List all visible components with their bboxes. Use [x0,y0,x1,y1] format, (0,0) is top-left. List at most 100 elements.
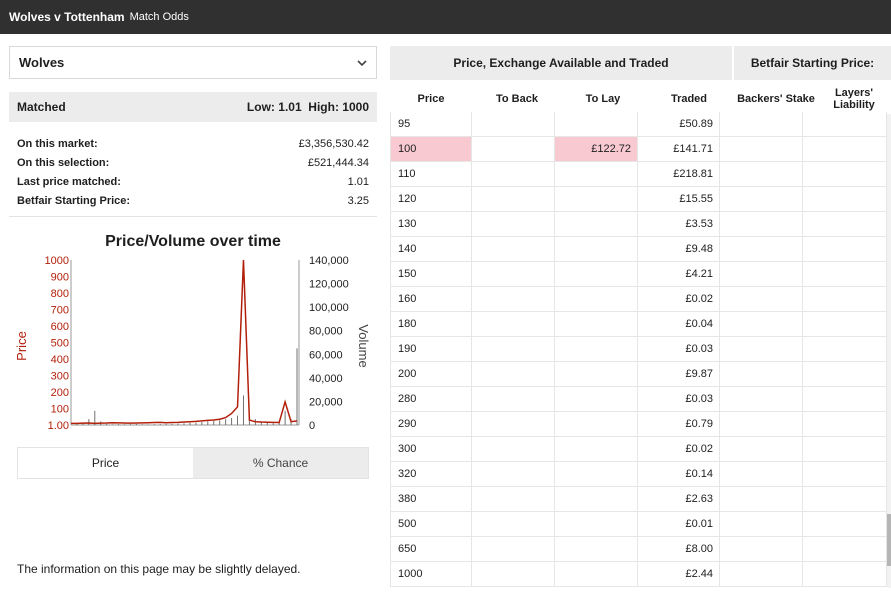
price-cell[interactable]: 150 [390,262,472,286]
price-tick-label: 300 [51,371,69,383]
backers-stake-cell [720,162,803,186]
to-back-cell[interactable] [472,262,555,286]
volume-axis-label: Volume [356,324,371,367]
to-back-cell[interactable] [472,487,555,511]
price-cell[interactable]: 300 [390,437,472,461]
traded-cell: £0.04 [638,312,720,336]
to-back-cell[interactable] [472,212,555,236]
layers-liability-cell [803,512,887,536]
stat-row: On this market: £3,356,530.42 [9,134,377,153]
price-cell[interactable]: 110 [390,162,472,186]
traded-cell: £0.01 [638,512,720,536]
price-cell[interactable]: 380 [390,487,472,511]
backers-stake-cell [720,337,803,361]
stat-row: On this selection: £521,444.34 [9,153,377,172]
price-cell[interactable]: 290 [390,412,472,436]
price-cell[interactable]: 1000 [390,562,472,586]
traded-cell: £0.02 [638,287,720,311]
to-back-cell[interactable] [472,162,555,186]
ladder-rows: 95 £50.89 100 £122.72 £141.71 110 £218.81 120 £1… [390,112,887,587]
volume-tick-label: 120,000 [309,279,349,291]
price-cell[interactable]: 100 [390,137,472,161]
price-cell[interactable]: 130 [390,212,472,236]
to-back-cell[interactable] [472,337,555,361]
price-tick-label: 700 [51,305,69,317]
to-back-cell[interactable] [472,187,555,211]
ladder-row: 280 £0.03 [390,387,887,412]
to-lay-cell[interactable] [555,412,638,436]
scrollbar-thumb[interactable] [887,514,891,566]
matched-bar: Matched Low: 1.01 High: 1000 [9,92,377,122]
to-lay-cell[interactable]: £122.72 [555,137,638,161]
price-cell[interactable]: 120 [390,187,472,211]
layers-liability-cell [803,462,887,486]
to-back-cell[interactable] [472,562,555,586]
chance-toggle-button[interactable]: % Chance [193,448,368,478]
to-back-cell[interactable] [472,362,555,386]
to-lay-cell[interactable] [555,387,638,411]
price-cell[interactable]: 160 [390,287,472,311]
price-cell[interactable]: 180 [390,312,472,336]
to-back-cell[interactable] [472,287,555,311]
to-back-cell[interactable] [472,437,555,461]
col-to-back: To Back [496,93,538,105]
ladder-scrollbar[interactable] [887,114,891,588]
to-lay-cell[interactable] [555,462,638,486]
to-lay-cell[interactable] [555,362,638,386]
to-lay-cell[interactable] [555,187,638,211]
to-back-cell[interactable] [472,462,555,486]
to-lay-cell[interactable] [555,437,638,461]
backers-stake-cell [720,537,803,561]
to-lay-cell[interactable] [555,312,638,336]
to-back-cell[interactable] [472,312,555,336]
price-cell[interactable]: 140 [390,237,472,261]
col-backers-stake: Backers' Stake [737,93,815,105]
to-back-cell[interactable] [472,537,555,561]
layers-liability-cell [803,312,887,336]
to-back-cell[interactable] [472,512,555,536]
to-back-cell[interactable] [472,112,555,136]
to-lay-cell[interactable] [555,237,638,261]
to-lay-cell[interactable] [555,112,638,136]
to-back-cell[interactable] [472,387,555,411]
volume-tick-label: 0 [309,420,315,432]
price-cell[interactable]: 95 [390,112,472,136]
selection-dropdown[interactable]: Wolves [9,46,377,79]
ladder-row: 200 £9.87 [390,362,887,387]
traded-cell: £218.81 [638,162,720,186]
to-lay-cell[interactable] [555,287,638,311]
to-back-cell[interactable] [472,412,555,436]
traded-cell: £0.03 [638,387,720,411]
backers-stake-cell [720,237,803,261]
price-cell[interactable]: 650 [390,537,472,561]
traded-cell: £8.00 [638,537,720,561]
price-tick-label: 900 [51,272,69,284]
to-lay-cell[interactable] [555,337,638,361]
to-back-cell[interactable] [472,237,555,261]
to-lay-cell[interactable] [555,537,638,561]
to-lay-cell[interactable] [555,487,638,511]
to-lay-cell[interactable] [555,512,638,536]
to-lay-cell[interactable] [555,562,638,586]
title-bar: Wolves v Tottenham Match Odds [0,0,891,34]
backers-stake-cell [720,187,803,211]
price-cell[interactable]: 280 [390,387,472,411]
to-lay-cell[interactable] [555,212,638,236]
stat-label: On this selection: [17,156,110,169]
layers-liability-cell [803,212,887,236]
price-axis-label: Price [14,331,29,361]
traded-cell: £50.89 [638,112,720,136]
to-back-cell[interactable] [472,137,555,161]
high-label: High: [308,100,339,114]
price-cell[interactable]: 500 [390,512,472,536]
price-cell[interactable]: 320 [390,462,472,486]
to-lay-cell[interactable] [555,262,638,286]
price-cell[interactable]: 200 [390,362,472,386]
backers-stake-cell [720,287,803,311]
traded-cell: £9.48 [638,237,720,261]
price-tick-label: 1.00 [48,420,69,432]
to-lay-cell[interactable] [555,162,638,186]
price-toggle-button[interactable]: Price [18,448,193,478]
price-cell[interactable]: 190 [390,337,472,361]
chart-title: Price/Volume over time [105,233,281,250]
